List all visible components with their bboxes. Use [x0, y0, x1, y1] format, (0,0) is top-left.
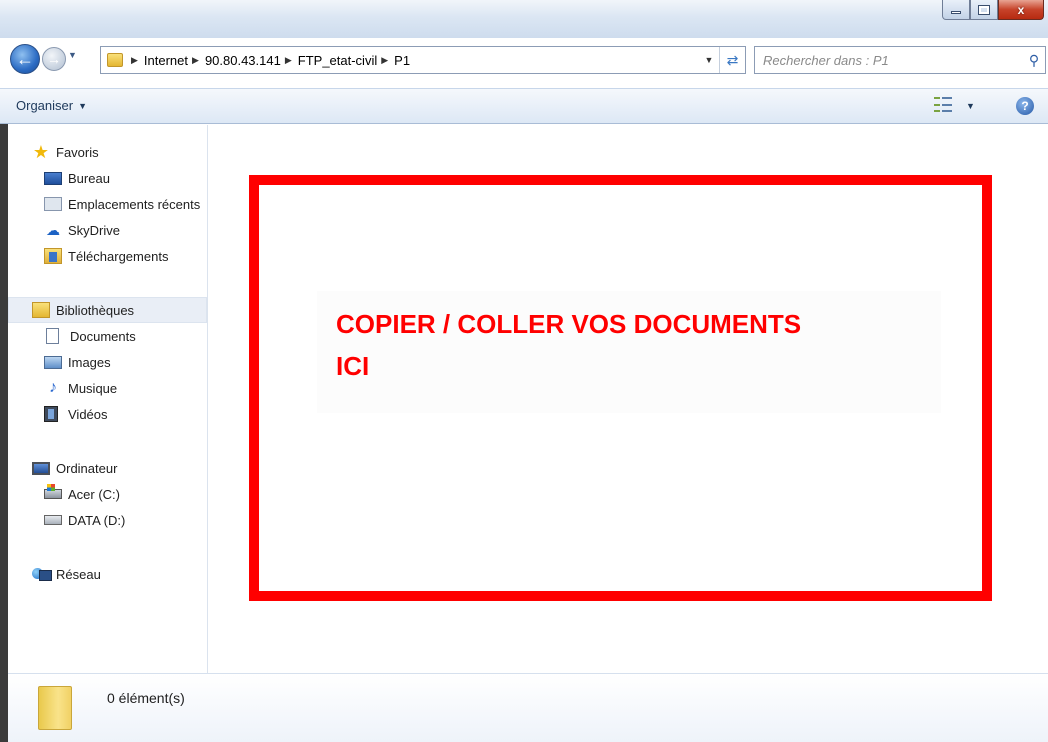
close-button[interactable]: x [998, 0, 1044, 20]
sidebar-item-music[interactable]: ♪ Musique [8, 375, 207, 401]
recent-places-icon [44, 197, 62, 211]
change-view-button[interactable]: ▼ [934, 97, 975, 115]
system-drive-icon [44, 484, 62, 499]
breadcrumb-separator-icon[interactable]: ▶ [192, 55, 199, 66]
refresh-icon: ⇄ [726, 51, 739, 68]
navigation-row: ← → ▼ ▶ Internet ▶ 90.80.43.141 ▶ FTP_et… [0, 42, 1048, 76]
image-icon [44, 355, 62, 369]
sidebar-item-label: Vidéos [68, 406, 108, 422]
sidebar-item-downloads[interactable]: Téléchargements [8, 243, 207, 269]
chevron-down-icon[interactable]: ▼ [966, 101, 975, 111]
title-bar: x [0, 0, 1048, 38]
organize-label: Organiser [16, 98, 74, 113]
sidebar-item-desktop[interactable]: Bureau [8, 165, 207, 191]
drop-zone-instruction: COPIER / COLLER VOS DOCUMENTS ICI [317, 291, 941, 413]
forward-button[interactable]: → [42, 47, 66, 71]
search-box[interactable]: ⚲ [754, 46, 1046, 74]
sidebar-item-label: Images [68, 354, 111, 370]
library-folder-icon [32, 302, 50, 318]
organize-menu[interactable]: Organiser ▼ [16, 98, 87, 113]
document-icon [46, 328, 59, 344]
minimize-button[interactable] [942, 0, 970, 20]
video-icon [44, 406, 58, 422]
address-bar[interactable]: ▶ Internet ▶ 90.80.43.141 ▶ FTP_etat-civ… [100, 46, 746, 74]
downloads-folder-icon [44, 248, 62, 264]
file-list-area[interactable]: COPIER / COLLER VOS DOCUMENTS ICI [209, 125, 1048, 673]
sidebar-item-label: Ordinateur [56, 460, 118, 476]
network-icon [32, 566, 52, 582]
breadcrumb-separator-icon[interactable]: ▶ [381, 55, 388, 66]
sidebar-item-label: DATA (D:) [68, 512, 126, 528]
favorites-group: ★ Favoris Bureau Emplacements récents ☁ … [8, 139, 207, 269]
window-left-edge [0, 120, 8, 742]
item-count: 0 élément(s) [107, 690, 185, 706]
sidebar-item-label: Bibliothèques [56, 302, 135, 318]
maximize-button[interactable] [970, 0, 998, 20]
sidebar-item-skydrive[interactable]: ☁ SkyDrive [8, 217, 207, 243]
forward-arrow-icon: → [47, 51, 61, 67]
breadcrumb-internet[interactable]: Internet [144, 53, 188, 68]
history-dropdown[interactable]: ▼ [68, 50, 77, 60]
help-icon[interactable]: ? [1016, 97, 1034, 115]
breadcrumb-separator-icon[interactable]: ▶ [285, 55, 292, 66]
sidebar-item-documents[interactable]: Documents [8, 323, 207, 349]
window-controls: x [942, 0, 1044, 20]
minimize-icon [951, 11, 961, 14]
breadcrumb: ▶ Internet ▶ 90.80.43.141 ▶ FTP_etat-civ… [127, 53, 410, 68]
instruction-line-1: COPIER / COLLER VOS DOCUMENTS [336, 309, 802, 339]
sidebar-item-videos[interactable]: Vidéos [8, 401, 207, 427]
libraries-group: Bibliothèques Documents Images ♪ Musique… [8, 297, 207, 427]
cloud-icon: ☁ [46, 221, 60, 238]
sidebar-item-recent-places[interactable]: Emplacements récents [8, 191, 207, 217]
sidebar-item-computer[interactable]: Ordinateur [8, 455, 207, 481]
chevron-down-icon: ▼ [78, 100, 87, 111]
instruction-line-2: ICI [336, 351, 370, 381]
sidebar-item-label: Téléchargements [68, 248, 169, 264]
hard-drive-icon [44, 515, 62, 525]
sidebar-item-drive-c[interactable]: Acer (C:) [8, 481, 207, 507]
details-pane: 0 élément(s) [8, 673, 1048, 742]
network-group: Réseau [8, 561, 207, 587]
navigation-pane: ★ Favoris Bureau Emplacements récents ☁ … [8, 125, 208, 673]
back-button[interactable]: ← [10, 44, 40, 74]
star-icon: ★ [32, 142, 50, 162]
breadcrumb-separator-icon[interactable]: ▶ [131, 55, 138, 66]
sidebar-item-images[interactable]: Images [8, 349, 207, 375]
breadcrumb-current[interactable]: P1 [394, 53, 410, 68]
refresh-button[interactable]: ⇄ [719, 47, 745, 73]
address-dropdown-icon[interactable]: ▼ [699, 55, 719, 65]
sidebar-item-network[interactable]: Réseau [8, 561, 207, 587]
chevron-down-icon: ▼ [68, 50, 77, 60]
sidebar-item-label: Bureau [68, 170, 110, 186]
sidebar-item-label: Acer (C:) [68, 486, 120, 502]
sidebar-item-label: Favoris [56, 144, 99, 160]
maximize-icon [978, 4, 990, 15]
sidebar-item-label: SkyDrive [68, 222, 121, 238]
search-input[interactable] [755, 52, 1023, 68]
sidebar-item-libraries[interactable]: Bibliothèques [8, 297, 207, 323]
sidebar-item-label: Musique [68, 380, 118, 396]
sidebar-item-label: Emplacements récents [68, 196, 201, 212]
sidebar-item-drive-d[interactable]: DATA (D:) [8, 507, 207, 533]
folder-icon [107, 53, 123, 67]
music-note-icon: ♪ [49, 379, 57, 396]
back-arrow-icon: ← [16, 48, 34, 69]
search-icon[interactable]: ⚲ [1023, 52, 1045, 69]
computer-icon [32, 461, 50, 475]
sidebar-item-label: Réseau [56, 566, 101, 582]
desktop-icon [44, 171, 62, 185]
close-icon: x [1017, 2, 1025, 17]
views-icon [934, 97, 952, 115]
breadcrumb-host[interactable]: 90.80.43.141 [205, 53, 281, 68]
sidebar-item-label: Documents [70, 328, 136, 344]
sidebar-item-favorites[interactable]: ★ Favoris [8, 139, 207, 165]
computer-group: Ordinateur Acer (C:) DATA (D:) [8, 455, 207, 533]
folder-icon [38, 686, 72, 730]
breadcrumb-ftp-folder[interactable]: FTP_etat-civil [298, 53, 377, 68]
command-toolbar: Organiser ▼ ▼ ? [0, 88, 1048, 124]
